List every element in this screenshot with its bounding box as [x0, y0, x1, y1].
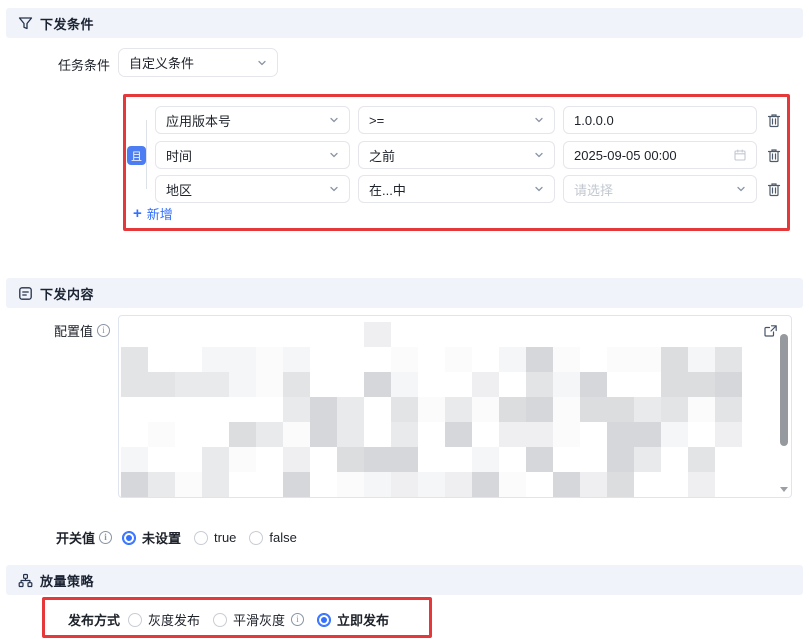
- condition-operator-select[interactable]: 在...中: [358, 175, 555, 203]
- radio-label: false: [269, 530, 296, 545]
- filter-icon: [18, 16, 33, 31]
- scrollbar-thumb[interactable]: [780, 334, 788, 446]
- chevron-down-icon: [534, 115, 544, 125]
- section-header-strategy: 放量策略: [6, 565, 803, 595]
- and-badge[interactable]: 且: [127, 146, 146, 165]
- redacted-config-content: [121, 322, 742, 497]
- strategy-annotation-box: 发布方式 灰度发布 平滑灰度 i 立即发布: [42, 597, 432, 638]
- trash-icon[interactable]: [765, 111, 782, 129]
- radio-label: 灰度发布: [148, 610, 200, 629]
- add-condition-button[interactable]: + 新增: [133, 204, 173, 223]
- radio-icon[interactable]: [213, 613, 227, 627]
- chevron-down-icon: [534, 150, 544, 160]
- vertical-scrollbar[interactable]: [779, 318, 789, 495]
- info-icon[interactable]: i: [99, 531, 112, 544]
- condition-operator-select[interactable]: 之前: [358, 141, 555, 169]
- switch-value-label-row: 开关值 i: [0, 528, 112, 547]
- task-condition-select[interactable]: 自定义条件: [118, 48, 278, 77]
- scrollbar-down-arrow[interactable]: [780, 487, 788, 492]
- radio-option-false[interactable]: false: [249, 530, 296, 545]
- condition-value-placeholder: 请选择: [574, 180, 736, 199]
- radio-option-notset[interactable]: 未设置: [122, 528, 181, 547]
- condition-connector-line: [146, 120, 147, 189]
- radio-label: 平滑灰度: [233, 610, 285, 629]
- radio-label: true: [214, 530, 236, 545]
- task-condition-value: 自定义条件: [129, 53, 257, 72]
- condition-field-value: 应用版本号: [166, 111, 329, 130]
- publish-method-label: 发布方式: [68, 610, 120, 629]
- condition-field-select[interactable]: 地区: [155, 175, 350, 203]
- section-header-content: 下发内容: [6, 278, 803, 308]
- trash-icon[interactable]: [765, 146, 782, 164]
- condition-date-input[interactable]: 2025-09-05 00:00: [563, 141, 757, 169]
- section-title-content: 下发内容: [40, 284, 94, 303]
- condition-operator-select[interactable]: >=: [358, 106, 555, 134]
- switch-value-label: 开关值: [56, 528, 95, 547]
- condition-value-input[interactable]: 1.0.0.0: [563, 106, 757, 134]
- section-title-strategy: 放量策略: [40, 571, 94, 590]
- radio-icon[interactable]: [317, 613, 331, 627]
- condition-field-value: 时间: [166, 146, 329, 165]
- chevron-down-icon: [736, 184, 746, 194]
- condition-operator-value: 在...中: [369, 180, 534, 199]
- config-value-label-row: 配置值 i: [0, 321, 110, 340]
- conditions-annotation-box: 且 应用版本号 >= 1.0.0.0: [123, 94, 790, 231]
- condition-field-select[interactable]: 时间: [155, 141, 350, 169]
- chevron-down-icon: [329, 150, 339, 160]
- condition-date-text: 2025-09-05 00:00: [574, 148, 734, 163]
- trash-icon[interactable]: [765, 180, 782, 198]
- chevron-down-icon: [257, 58, 267, 68]
- condition-value-select[interactable]: 请选择: [563, 175, 757, 203]
- chevron-down-icon: [329, 115, 339, 125]
- condition-operator-value: 之前: [369, 146, 534, 165]
- radio-label: 立即发布: [337, 610, 389, 629]
- plus-icon: +: [133, 206, 142, 221]
- publish-config-page: 下发条件 任务条件 自定义条件 且 应用版本号 >=: [0, 0, 809, 639]
- condition-value-text: 1.0.0.0: [574, 113, 746, 128]
- radio-icon[interactable]: [128, 613, 142, 627]
- publish-method-row: 发布方式 灰度发布 平滑灰度 i 立即发布: [68, 610, 389, 629]
- config-value-label: 配置值: [54, 321, 93, 340]
- radio-option-gray-release[interactable]: 灰度发布: [128, 610, 200, 629]
- radio-icon[interactable]: [122, 531, 136, 545]
- condition-operator-value: >=: [369, 113, 534, 128]
- radio-option-true[interactable]: true: [194, 530, 236, 545]
- section-title-conditions: 下发条件: [40, 14, 94, 33]
- section-header-conditions: 下发条件: [6, 8, 803, 38]
- add-condition-label: 新增: [147, 204, 173, 223]
- calendar-icon: [734, 149, 746, 161]
- condition-row: 地区 在...中 请选择: [155, 175, 782, 203]
- expand-icon[interactable]: [763, 324, 778, 339]
- chevron-down-icon: [534, 184, 544, 194]
- condition-field-select[interactable]: 应用版本号: [155, 106, 350, 134]
- condition-row: 时间 之前 2025-09-05 00:00: [155, 141, 782, 169]
- condition-row: 应用版本号 >= 1.0.0.0: [155, 106, 782, 134]
- radio-option-smooth-gray[interactable]: 平滑灰度 i: [213, 610, 304, 629]
- radio-label: 未设置: [142, 528, 181, 547]
- config-value-editor[interactable]: [118, 315, 792, 498]
- task-condition-label: 任务条件: [0, 55, 110, 74]
- info-icon[interactable]: i: [97, 324, 110, 337]
- chevron-down-icon: [329, 184, 339, 194]
- radio-icon[interactable]: [249, 531, 263, 545]
- info-icon[interactable]: i: [291, 613, 304, 626]
- radio-option-immediate[interactable]: 立即发布: [317, 610, 389, 629]
- condition-field-value: 地区: [166, 180, 329, 199]
- radio-icon[interactable]: [194, 531, 208, 545]
- hierarchy-icon: [18, 573, 33, 588]
- document-icon: [18, 286, 33, 301]
- switch-value-row: 开关值 i 未设置 true false: [0, 528, 297, 547]
